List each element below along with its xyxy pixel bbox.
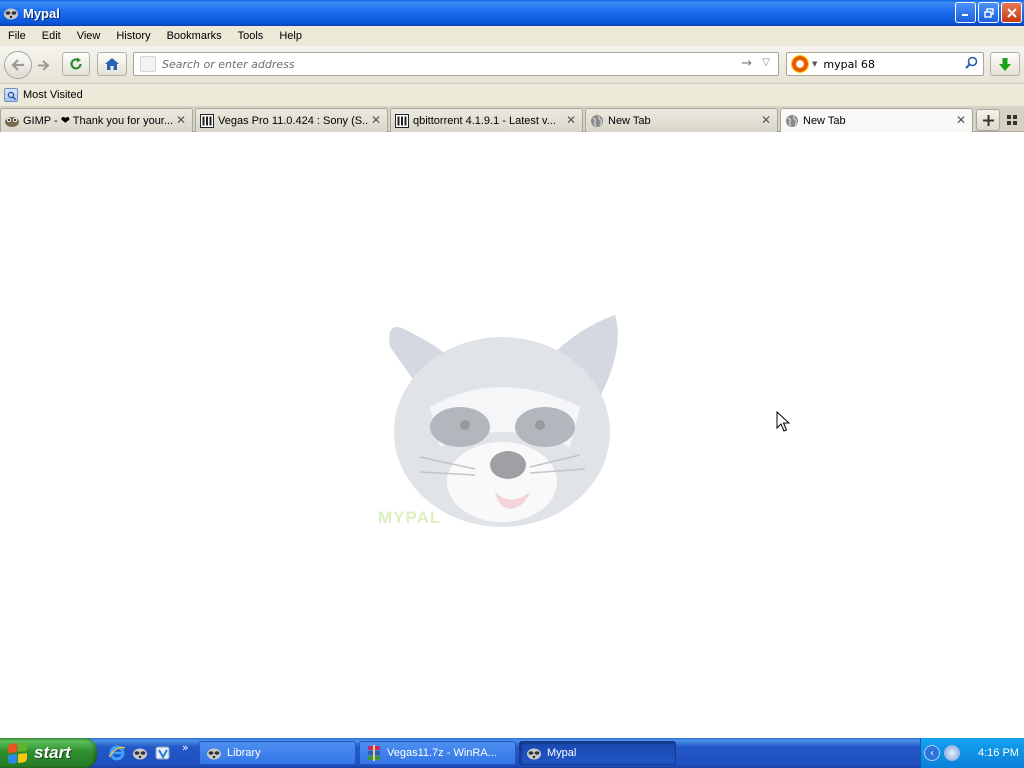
bookmark-most-visited[interactable]: Most Visited xyxy=(23,89,83,101)
window-title: Mypal xyxy=(23,5,60,21)
menu-file[interactable]: File xyxy=(0,30,34,42)
new-tab-button[interactable] xyxy=(976,109,1000,131)
plus-icon xyxy=(982,114,994,126)
watermark-text: MYPAL xyxy=(378,508,442,527)
raccoon-icon xyxy=(3,5,19,21)
windows-logo-icon xyxy=(8,742,28,764)
show-hidden-icons-button[interactable]: ‹ xyxy=(924,745,940,761)
list-all-tabs-button[interactable] xyxy=(1004,112,1020,128)
downloads-button[interactable] xyxy=(990,52,1020,76)
menu-history[interactable]: History xyxy=(108,30,158,42)
reload-button[interactable] xyxy=(62,52,90,76)
search-bar[interactable]: ▼ mypal 68 xyxy=(786,52,984,76)
tab-strip: GIMP - ❤ Thank you for your... ✕ Vegas P… xyxy=(0,106,1024,133)
globe-icon xyxy=(784,113,800,129)
go-arrow-icon[interactable]: → xyxy=(741,56,752,71)
restore-button[interactable] xyxy=(978,2,999,23)
grid-icon xyxy=(1013,115,1017,119)
bookmark-folder-icon xyxy=(4,88,18,102)
network-icon[interactable] xyxy=(944,745,960,761)
chevron-down-icon[interactable]: ▼ xyxy=(812,60,817,68)
close-tab-icon[interactable]: ✕ xyxy=(956,113,966,127)
raccoon-icon xyxy=(526,745,542,761)
menu-tools[interactable]: Tools xyxy=(230,30,272,42)
raccoon-mascot-logo xyxy=(389,315,618,527)
internet-explorer-icon[interactable] xyxy=(108,744,126,762)
archive-icon xyxy=(394,113,410,129)
grid-icon xyxy=(1007,121,1011,125)
close-tab-icon[interactable]: ✕ xyxy=(566,113,576,127)
back-arrow-icon xyxy=(11,59,24,71)
menu-edit[interactable]: Edit xyxy=(34,30,69,42)
forward-button[interactable] xyxy=(32,55,54,75)
task-winrar[interactable]: Vegas11.7z - WinRA... xyxy=(359,741,516,765)
restore-icon xyxy=(983,7,994,18)
search-icon[interactable] xyxy=(965,56,978,73)
menu-help[interactable]: Help xyxy=(271,30,310,42)
home-icon xyxy=(105,58,119,70)
media-player-icon[interactable] xyxy=(154,744,172,762)
menu-view[interactable]: View xyxy=(69,30,109,42)
archive-icon xyxy=(199,113,215,129)
tab-qbittorrent[interactable]: qbittorrent 4.1.9.1 - Latest v... ✕ xyxy=(390,108,583,132)
gimp-icon xyxy=(4,113,20,129)
bookmarks-toolbar: Most Visited xyxy=(0,84,1024,106)
start-label: start xyxy=(34,743,71,762)
close-window-button[interactable] xyxy=(1001,2,1022,23)
search-engine-icon[interactable] xyxy=(791,55,809,73)
back-button[interactable] xyxy=(4,51,32,79)
reload-icon xyxy=(70,57,82,70)
search-input[interactable]: mypal 68 xyxy=(823,58,875,71)
raccoon-icon[interactable] xyxy=(131,744,149,762)
system-tray: ‹ 4:16 PM xyxy=(920,738,1024,768)
minimize-icon xyxy=(962,14,968,16)
history-dropdown-icon[interactable]: ▽ xyxy=(762,57,770,68)
navigation-toolbar: → ▽ ▼ mypal 68 xyxy=(0,46,1024,84)
tab-label: Vegas Pro 11.0.424 : Sony (S... xyxy=(218,114,368,127)
task-library[interactable]: Library xyxy=(199,741,356,765)
site-identity-icon xyxy=(140,56,156,72)
home-button[interactable] xyxy=(97,52,127,76)
task-label: Library xyxy=(227,747,261,759)
tab-label: qbittorrent 4.1.9.1 - Latest v... xyxy=(413,114,556,127)
window-titlebar[interactable]: Mypal xyxy=(0,0,1024,26)
close-icon xyxy=(1006,7,1017,18)
task-label: Vegas11.7z - WinRA... xyxy=(387,747,497,759)
menu-bookmarks[interactable]: Bookmarks xyxy=(159,30,230,42)
download-arrow-icon xyxy=(999,57,1011,71)
close-tab-icon[interactable]: ✕ xyxy=(761,113,771,127)
forward-arrow-icon xyxy=(37,59,49,71)
winrar-icon xyxy=(366,745,382,761)
tab-label: GIMP - ❤ Thank you for your... xyxy=(23,115,173,127)
mouse-cursor-icon xyxy=(776,411,790,432)
tab-label: New Tab xyxy=(803,115,846,127)
close-tab-icon[interactable]: ✕ xyxy=(176,113,186,127)
minimize-button[interactable] xyxy=(955,2,976,23)
close-tab-icon[interactable]: ✕ xyxy=(371,113,381,127)
tab-new-tab[interactable]: New Tab ✕ xyxy=(585,108,778,132)
task-mypal[interactable]: Mypal xyxy=(519,741,676,765)
window-controls xyxy=(955,2,1022,23)
address-bar[interactable]: → ▽ xyxy=(133,52,779,76)
start-button[interactable]: start xyxy=(0,738,97,768)
task-label: Mypal xyxy=(547,747,577,759)
tab-new-tab-active[interactable]: New Tab ✕ xyxy=(780,108,973,133)
grid-icon xyxy=(1013,121,1017,125)
menu-bar: File Edit View History Bookmarks Tools H… xyxy=(0,26,1024,46)
raccoon-icon xyxy=(206,745,222,761)
tab-label: New Tab xyxy=(608,114,651,127)
grid-icon xyxy=(1007,115,1011,119)
tab-gimp[interactable]: GIMP - ❤ Thank you for your... ✕ xyxy=(0,108,193,132)
page-content: MYPAL xyxy=(0,132,1024,738)
globe-icon xyxy=(589,113,605,129)
address-input[interactable] xyxy=(162,57,722,71)
tab-vegas-pro[interactable]: Vegas Pro 11.0.424 : Sony (S... ✕ xyxy=(195,108,388,132)
clock[interactable]: 4:16 PM xyxy=(978,747,1019,759)
taskbar: start » Library Vegas11.7z - WinRA... My… xyxy=(0,738,1024,768)
chevron-right-icon[interactable]: » xyxy=(182,741,189,754)
